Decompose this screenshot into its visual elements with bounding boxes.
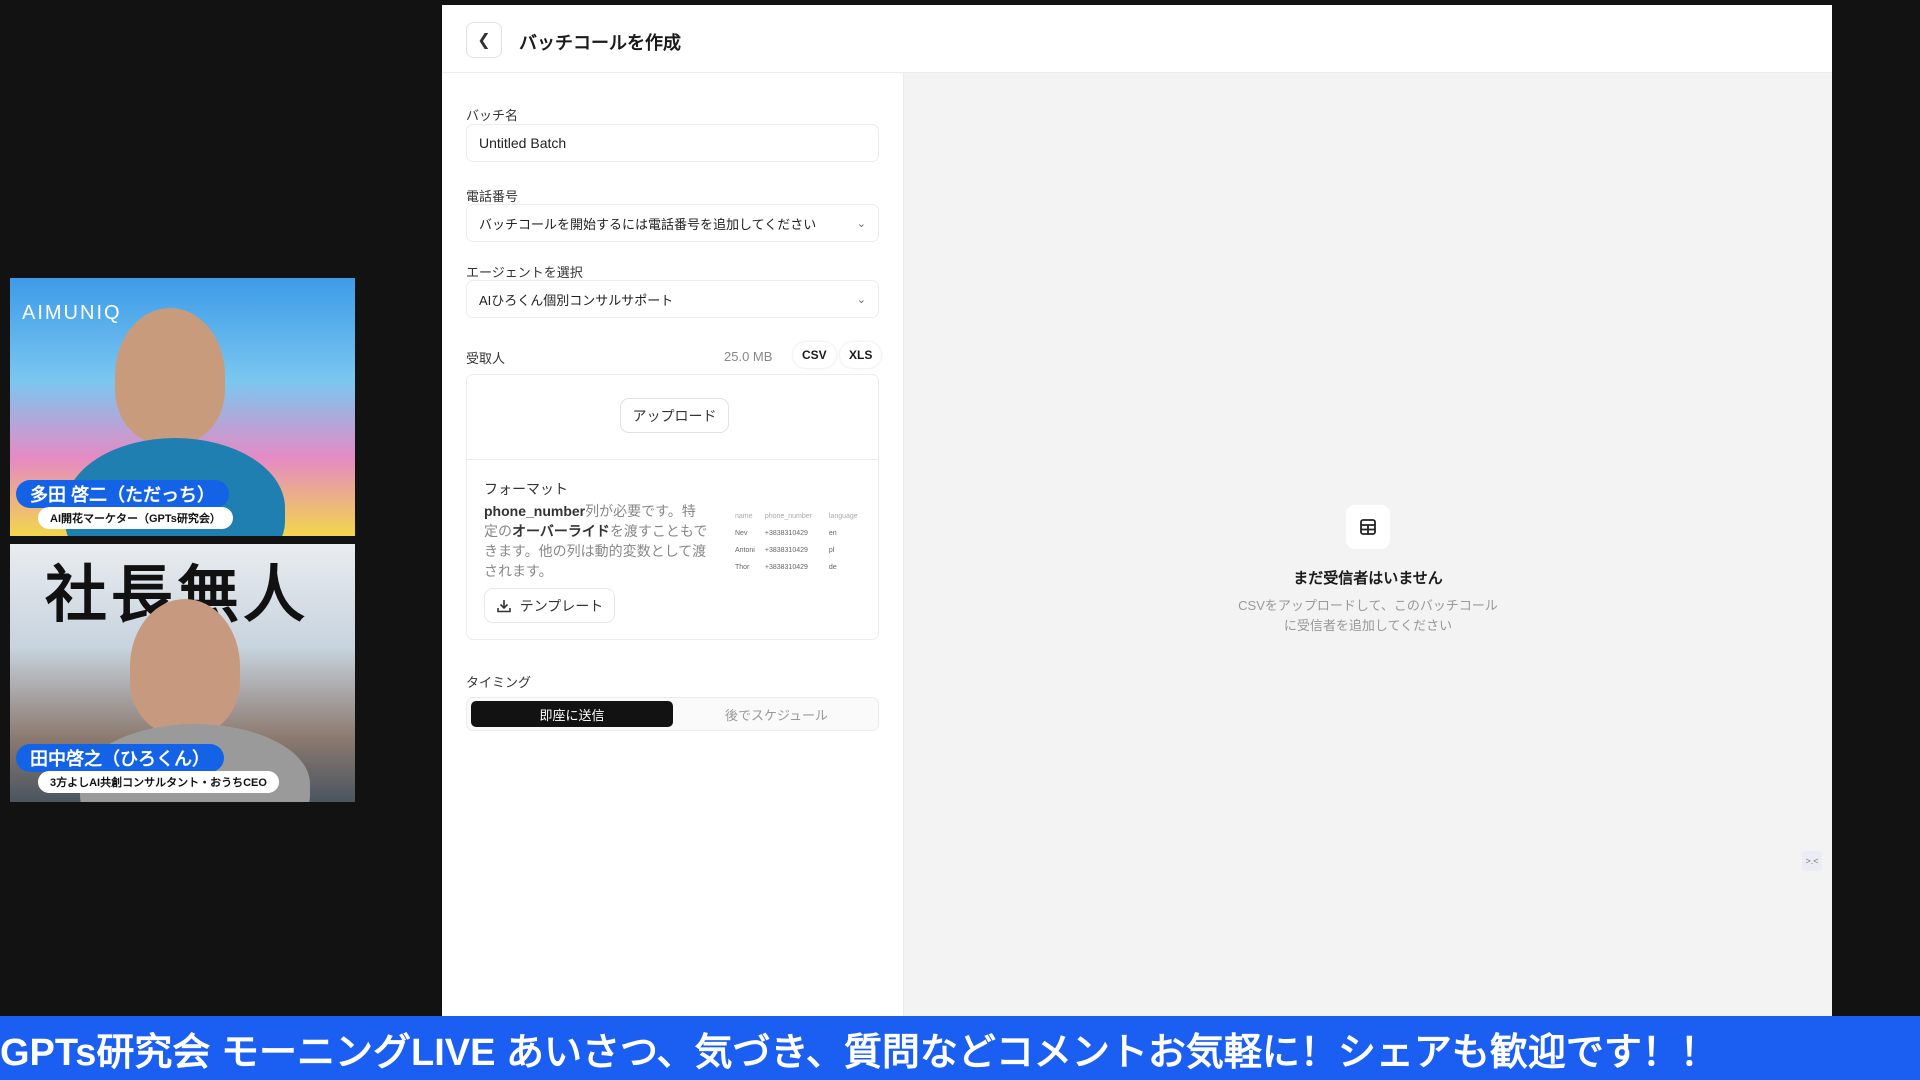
- agent-label: エージェントを選択: [466, 265, 583, 280]
- phone-placeholder: バッチコールを開始するには電話番号を追加してください: [479, 216, 817, 232]
- empty-state: まだ受信者はいません CSVをアップロードして、このバッチコールに受信者を追加し…: [904, 505, 1832, 636]
- empty-description: CSVをアップロードして、このバッチコールに受信者を追加してください: [1238, 598, 1498, 633]
- chevron-down-icon: ⌄: [856, 293, 866, 306]
- chevron-down-icon: ⌄: [856, 217, 866, 230]
- cell: de: [828, 564, 837, 571]
- agent-value: AIひろくん個別コンサルサポート: [479, 292, 674, 308]
- batch-name-label: バッチ名: [466, 108, 519, 123]
- cell: +3838310429: [764, 564, 808, 571]
- recipients-label: 受取人: [466, 351, 506, 366]
- phone-label: 電話番号: [466, 189, 519, 204]
- page-title: バッチコールを作成: [519, 33, 681, 53]
- cell: +3838310429: [764, 530, 808, 537]
- timing-label: タイミング: [466, 675, 532, 690]
- cell: phone_number: [764, 513, 812, 520]
- widget-icon[interactable]: >.<: [1802, 851, 1822, 871]
- batch-form: バッチ名 Untitled Batch 電話番号 バッチコールを開始するには電話…: [442, 73, 904, 1016]
- download-icon: [496, 599, 511, 612]
- batch-name-value: Untitled Batch: [479, 135, 567, 151]
- send-now-option[interactable]: 即座に送信: [471, 701, 673, 727]
- cell: +3838310429: [764, 547, 808, 554]
- cell: Nev: [735, 530, 748, 537]
- back-button[interactable]: ❮: [466, 22, 502, 58]
- phone-select[interactable]: バッチコールを開始するには電話番号を追加してください ⌄: [466, 204, 879, 242]
- participant-face: [130, 599, 240, 734]
- empty-title: まだ受信者はいません: [1293, 570, 1443, 587]
- format-code: phone_number: [484, 503, 586, 519]
- template-label: テンプレート: [519, 597, 604, 614]
- chevron-left-icon: ❮: [477, 32, 491, 49]
- timing-toggle: 即座に送信 後でスケジュール: [466, 697, 879, 731]
- table-icon: [1346, 505, 1390, 549]
- participant-face: [115, 308, 225, 443]
- format-description: phone_number列が必要です。特定のオーバーライドを渡すこともできます。…: [484, 501, 709, 581]
- participant-role: AI開花マーケター（GPTs研究会）: [38, 507, 233, 529]
- cell: name: [735, 513, 753, 520]
- participant-role: 3方よしAI共創コンサルタント・おうちCEO: [38, 771, 279, 793]
- video-feed-2: 社長無人 田中啓之（ひろくん） 3方よしAI共創コンサルタント・おうちCEO: [10, 544, 355, 802]
- csv-badge: CSV: [793, 342, 836, 368]
- schedule-later-option[interactable]: 後でスケジュール: [677, 701, 876, 727]
- upload-button[interactable]: アップロード: [620, 398, 729, 433]
- format-override: オーバーライド: [512, 523, 610, 539]
- cell: language: [828, 513, 858, 520]
- cell: Antoni: [735, 547, 755, 554]
- batch-call-app: ❮ バッチコールを作成 バッチ名 Untitled Batch 電話番号 バッチ…: [442, 5, 1832, 1016]
- agent-select[interactable]: AIひろくん個別コンサルサポート ⌄: [466, 280, 879, 318]
- cell: Thor: [735, 564, 750, 571]
- batch-name-input[interactable]: Untitled Batch: [466, 124, 879, 162]
- header: ❮ バッチコールを作成: [442, 5, 1832, 73]
- max-size: 25.0 MB: [724, 349, 773, 364]
- participant-name: 田中啓之（ひろくん）: [16, 744, 224, 772]
- xls-badge: XLS: [840, 342, 882, 368]
- video-feed-1: AIMUNIQ 多田 啓二（ただっち） AI開花マーケター（GPTs研究会）: [10, 278, 355, 536]
- format-title: フォーマット: [484, 481, 568, 497]
- divider: [467, 459, 878, 460]
- sample-table: name phone_number language Nev +3838310429 e…: [733, 508, 868, 576]
- background-logo: AIMUNIQ: [22, 302, 122, 324]
- cell: pl: [828, 547, 835, 554]
- participant-name: 多田 啓二（ただっち）: [16, 480, 229, 508]
- cell: en: [828, 530, 837, 537]
- upload-box: アップロード フォーマット phone_number列が必要です。特定のオーバー…: [466, 374, 879, 640]
- news-ticker: GPTs研究会 モーニングLIVE あいさつ、気づき、質問などコメントお気軽に！…: [0, 1016, 1920, 1080]
- template-download-button[interactable]: テンプレート: [484, 588, 615, 623]
